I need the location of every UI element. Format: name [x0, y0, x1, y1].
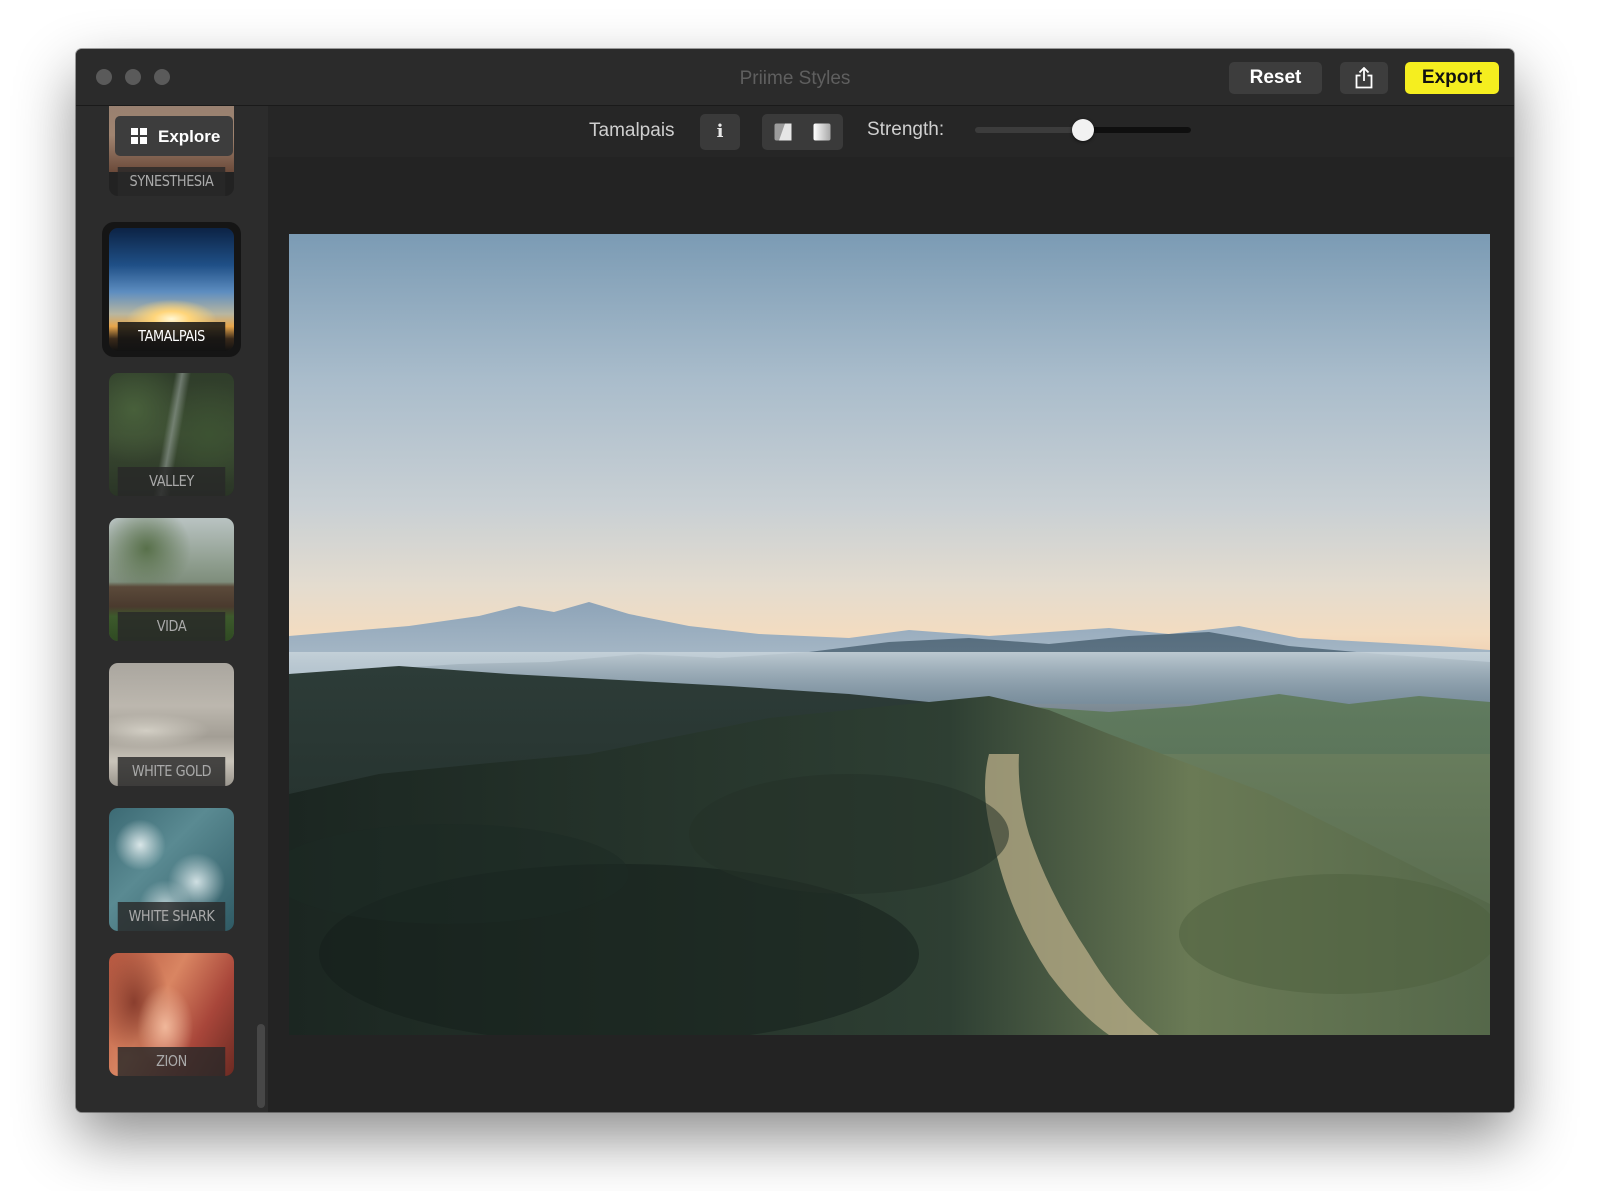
- style-item-white-shark[interactable]: WHITE SHARK: [109, 808, 234, 931]
- style-label: TAMALPAIS: [117, 322, 226, 351]
- style-label: WHITE SHARK: [117, 902, 226, 931]
- title-bar: Priime Styles Reset Export: [76, 49, 1514, 106]
- strength-label: Strength:: [867, 119, 945, 140]
- sidebar-scrollbar[interactable]: [257, 1024, 265, 1108]
- strength-slider-knob[interactable]: [1072, 119, 1094, 141]
- style-label: WHITE GOLD: [117, 757, 226, 786]
- style-item-white-gold[interactable]: WHITE GOLD: [109, 663, 234, 786]
- strength-slider[interactable]: [975, 119, 1191, 141]
- strength-slider-fill: [1083, 127, 1191, 133]
- share-button[interactable]: [1340, 62, 1388, 94]
- compare-toggle-group: [762, 114, 843, 150]
- info-button[interactable]: i: [700, 114, 740, 150]
- preview-photo: [289, 234, 1490, 1035]
- app-window: Priime Styles Reset Export SYNESTHESIA T…: [76, 49, 1514, 1112]
- explore-button[interactable]: Explore: [115, 116, 233, 156]
- full-preview-icon[interactable]: [813, 123, 831, 141]
- style-label: VIDA: [117, 612, 226, 641]
- style-item-zion[interactable]: ZION: [109, 953, 234, 1076]
- style-item-vida[interactable]: VIDA: [109, 518, 234, 641]
- current-style-name: Tamalpais: [589, 120, 675, 141]
- style-label: VALLEY: [117, 467, 226, 496]
- share-icon: [1355, 67, 1373, 89]
- style-item-valley[interactable]: VALLEY: [109, 373, 234, 496]
- style-label: SYNESTHESIA: [117, 167, 226, 196]
- grid-icon: [131, 128, 147, 144]
- reset-button[interactable]: Reset: [1229, 62, 1322, 94]
- explore-label: Explore: [158, 127, 221, 146]
- styles-sidebar: SYNESTHESIA TAMALPAIS VALLEY VIDA WHITE …: [76, 106, 268, 1112]
- style-label: ZION: [117, 1047, 226, 1076]
- split-compare-icon[interactable]: [774, 123, 792, 141]
- preview-canvas: [268, 157, 1514, 1112]
- style-item-tamalpais[interactable]: TAMALPAIS: [109, 228, 234, 351]
- export-button[interactable]: Export: [1405, 62, 1499, 94]
